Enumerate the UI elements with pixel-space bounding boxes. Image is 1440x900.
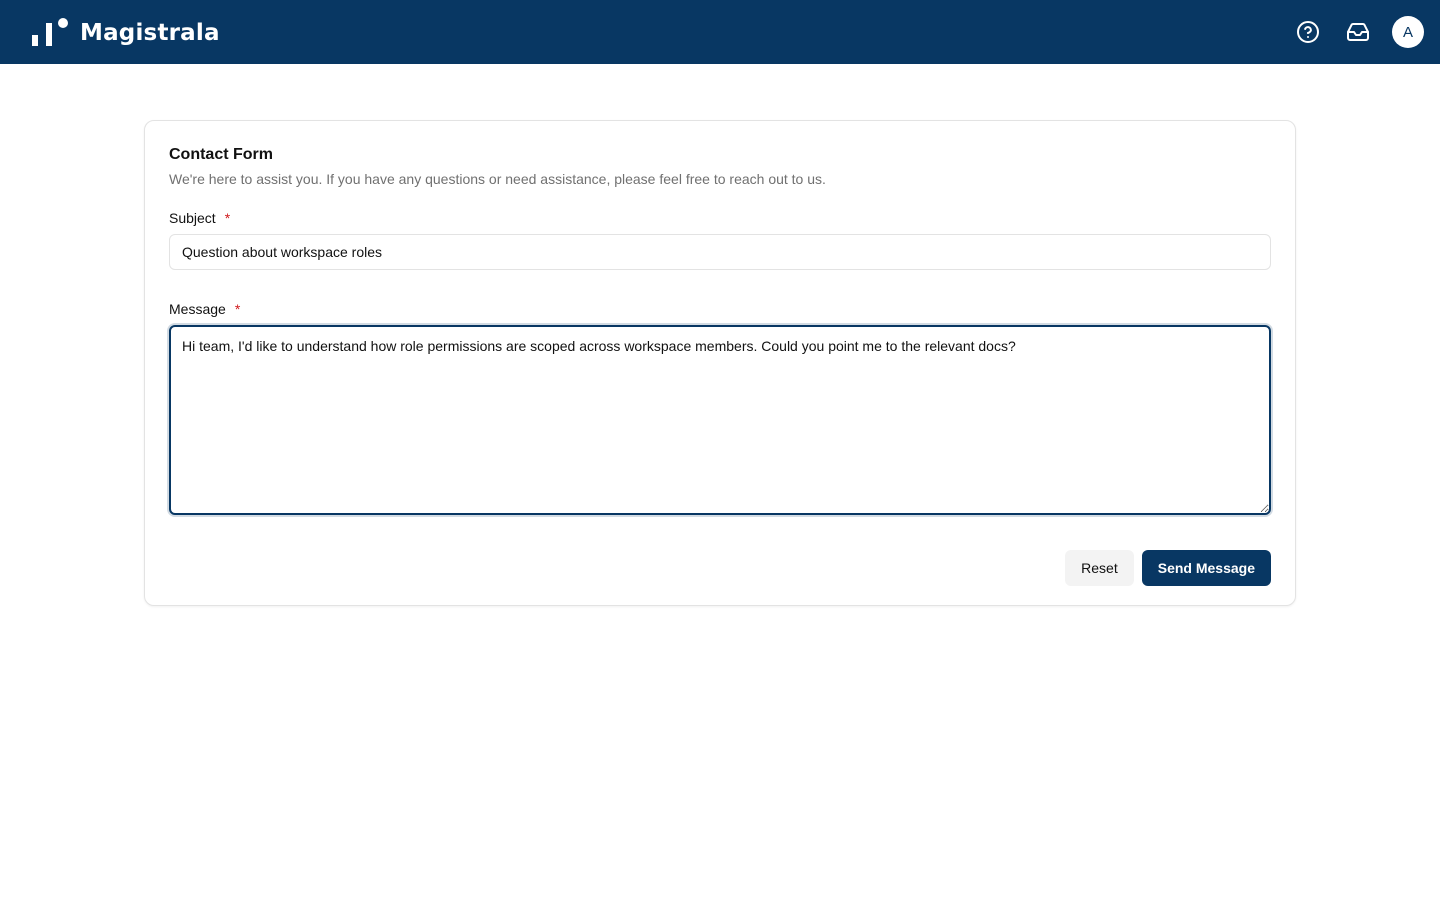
inbox-button[interactable] [1340, 14, 1376, 50]
brand[interactable]: Magistrala [32, 18, 220, 46]
form-title: Contact Form [169, 146, 273, 163]
help-button[interactable] [1290, 14, 1326, 50]
form-actions: Reset Send Message [169, 550, 1271, 586]
user-avatar[interactable]: A [1392, 16, 1424, 48]
reset-button[interactable]: Reset [1065, 550, 1134, 586]
header-actions: A [1290, 14, 1424, 50]
form-description: We're here to assist you. If you have an… [169, 171, 826, 187]
contact-form-card: Contact Form We're here to assist you. I… [144, 120, 1296, 606]
top-navbar: Magistrala A [0, 0, 1440, 64]
subject-label-text: Subject [169, 210, 216, 226]
subject-required-marker: * [224, 210, 231, 226]
message-label-text: Message [169, 301, 226, 317]
brand-name: Magistrala [80, 20, 220, 46]
subject-label: Subject * [169, 209, 1271, 227]
inbox-icon [1347, 23, 1369, 41]
subject-input[interactable] [169, 234, 1271, 270]
message-textarea[interactable]: Hi team, I'd like to understand how role… [169, 325, 1271, 515]
magistrala-logo-icon [32, 18, 68, 46]
message-required-marker: * [234, 301, 241, 317]
message-label: Message * [169, 300, 1271, 318]
send-message-button[interactable]: Send Message [1141, 550, 1271, 586]
help-circle-icon [1297, 21, 1319, 43]
